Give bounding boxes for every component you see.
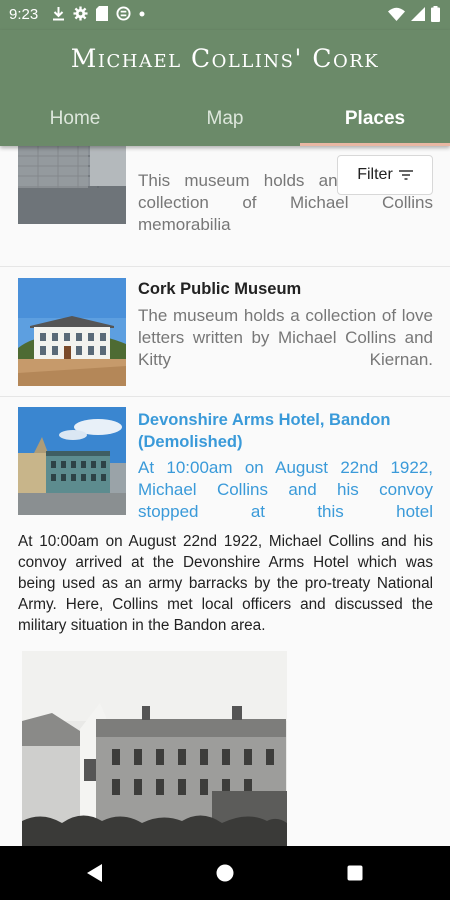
place-photo [22, 651, 287, 846]
recents-icon[interactable] [347, 865, 363, 881]
filter-icon [398, 170, 413, 180]
system-nav-bar [0, 846, 450, 900]
tab-home[interactable]: Home [0, 94, 150, 146]
place-thumbnail [18, 146, 126, 224]
filter-button[interactable]: Filter [337, 155, 433, 195]
back-icon[interactable] [87, 864, 103, 882]
app-header: Michael Collins' Cork Home Map Places [0, 30, 450, 146]
filter-label: Filter [357, 166, 393, 183]
place-description: The museum holds a collection of love le… [138, 306, 433, 369]
status-bar: 9:23 [0, 0, 450, 30]
place-thumbnail [18, 407, 126, 515]
tab-places[interactable]: Places [300, 94, 450, 146]
status-time: 9:23 [9, 6, 39, 23]
sync-icon [116, 6, 131, 21]
settings-icon [73, 6, 88, 21]
app-title: Michael Collins' Cork [70, 44, 380, 73]
signal-icon [411, 7, 425, 21]
place-full-text: At 10:00am on August 22nd 1922, Michael … [18, 533, 433, 634]
sd-card-icon [96, 6, 108, 21]
list-item[interactable]: Cork Public Museum The museum holds a co… [0, 268, 450, 397]
tab-map[interactable]: Map [150, 94, 300, 146]
home-icon[interactable] [216, 864, 234, 882]
wifi-icon [388, 7, 405, 21]
place-title: Cork Public Museum [138, 280, 302, 298]
place-description: At 10:00am on August 22nd 1922, Michael … [138, 458, 433, 521]
place-title[interactable]: Devonshire Arms Hotel, Bandon (Demolishe… [138, 409, 433, 453]
download-icon [53, 7, 64, 21]
places-list[interactable]: This museum holds an impressive collecti… [0, 146, 450, 846]
tab-bar: Home Map Places [0, 94, 450, 146]
battery-icon [431, 6, 440, 22]
place-thumbnail [18, 278, 126, 386]
dot-icon [139, 11, 145, 16]
